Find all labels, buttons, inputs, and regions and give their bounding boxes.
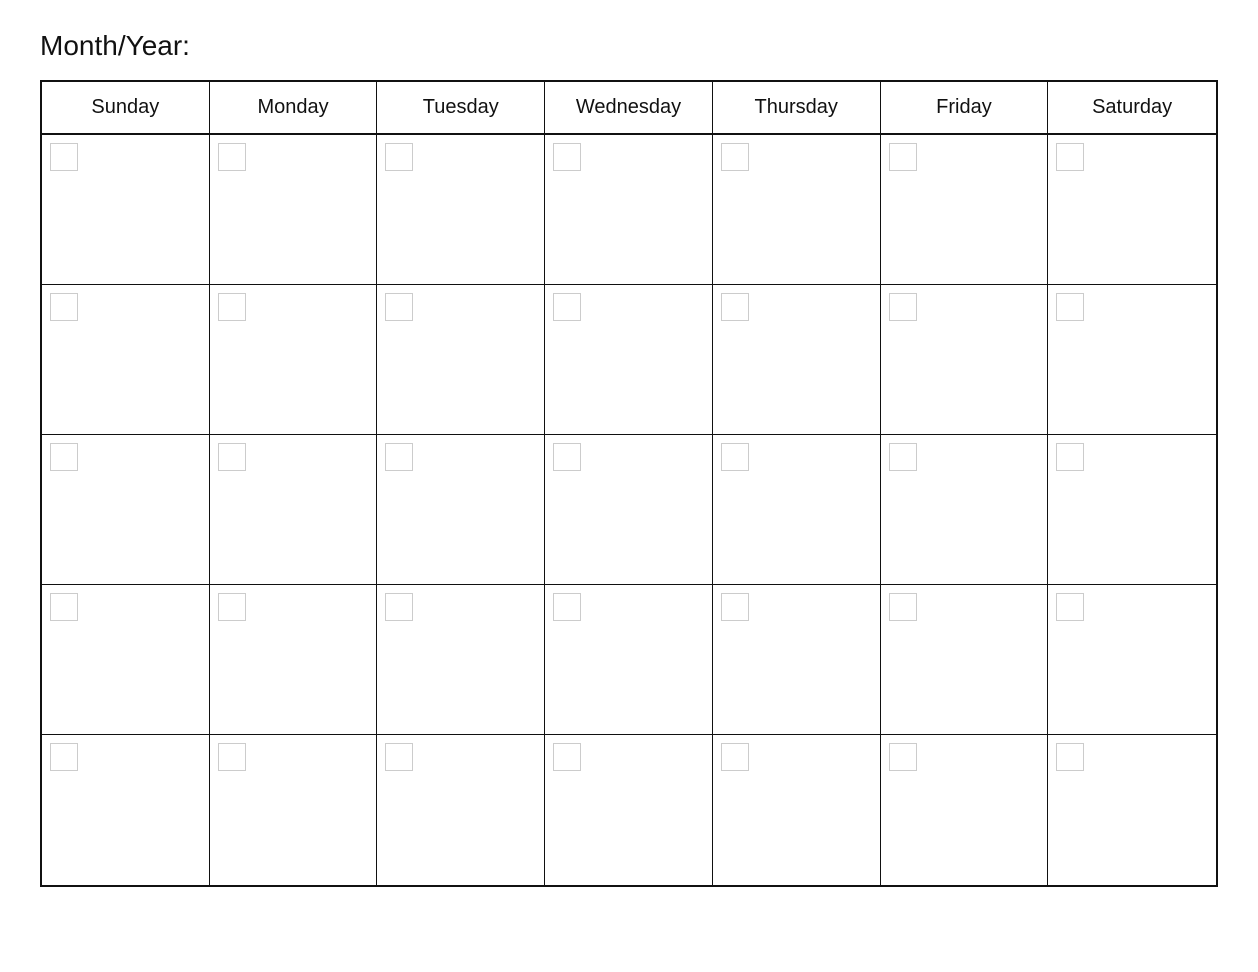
header-friday: Friday [881, 82, 1049, 133]
calendar-cell[interactable] [210, 735, 378, 885]
calendar-cell[interactable] [881, 285, 1049, 434]
calendar-cell[interactable] [210, 435, 378, 584]
calendar-cell[interactable] [713, 735, 881, 885]
calendar-cell[interactable] [1048, 285, 1216, 434]
calendar-cell[interactable] [1048, 585, 1216, 734]
calendar-cell[interactable] [1048, 735, 1216, 885]
header-saturday: Saturday [1048, 82, 1216, 133]
calendar-cell[interactable] [42, 135, 210, 284]
calendar-cell[interactable] [210, 285, 378, 434]
calendar-cell[interactable] [881, 435, 1049, 584]
calendar-cell[interactable] [377, 585, 545, 734]
page-title: Month/Year: [40, 30, 1218, 62]
calendar-cell[interactable] [881, 585, 1049, 734]
calendar-cell[interactable] [42, 585, 210, 734]
calendar-cell[interactable] [545, 735, 713, 885]
calendar-header: Sunday Monday Tuesday Wednesday Thursday… [42, 82, 1216, 135]
header-sunday: Sunday [42, 82, 210, 133]
calendar-cell[interactable] [545, 435, 713, 584]
calendar-cell[interactable] [881, 735, 1049, 885]
calendar-cell[interactable] [1048, 135, 1216, 284]
header-wednesday: Wednesday [545, 82, 713, 133]
calendar-cell[interactable] [210, 135, 378, 284]
calendar-cell[interactable] [377, 435, 545, 584]
calendar-row-1 [42, 135, 1216, 285]
header-monday: Monday [210, 82, 378, 133]
header-tuesday: Tuesday [377, 82, 545, 133]
calendar-cell[interactable] [713, 435, 881, 584]
calendar-cell[interactable] [545, 135, 713, 284]
calendar-row-3 [42, 435, 1216, 585]
calendar-cell[interactable] [713, 135, 881, 284]
calendar-cell[interactable] [713, 585, 881, 734]
header-thursday: Thursday [713, 82, 881, 133]
calendar-cell[interactable] [210, 585, 378, 734]
calendar-row-2 [42, 285, 1216, 435]
calendar-cell[interactable] [545, 285, 713, 434]
calendar-row-5 [42, 735, 1216, 885]
calendar-row-4 [42, 585, 1216, 735]
calendar-cell[interactable] [42, 735, 210, 885]
calendar-cell[interactable] [42, 285, 210, 434]
calendar-body [42, 135, 1216, 885]
calendar-cell[interactable] [377, 135, 545, 284]
calendar-cell[interactable] [713, 285, 881, 434]
calendar-cell[interactable] [545, 585, 713, 734]
calendar-cell[interactable] [881, 135, 1049, 284]
calendar-cell[interactable] [377, 285, 545, 434]
calendar-cell[interactable] [42, 435, 210, 584]
calendar-cell[interactable] [1048, 435, 1216, 584]
calendar-cell[interactable] [377, 735, 545, 885]
calendar-container: Sunday Monday Tuesday Wednesday Thursday… [40, 80, 1218, 887]
